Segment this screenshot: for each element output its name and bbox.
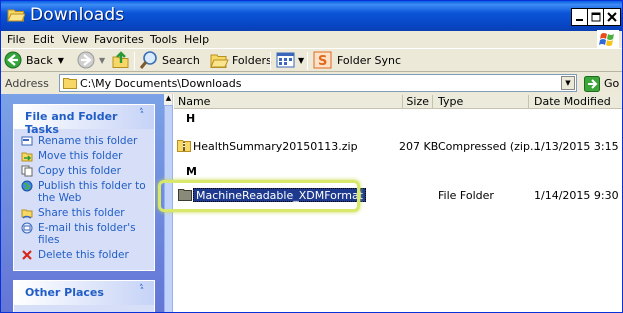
rename-icon xyxy=(21,136,33,146)
other-places-header[interactable]: Other Places ˄ ˄ xyxy=(14,281,154,305)
toolbar-separator xyxy=(270,52,271,70)
task-label: E-mail this folder's files xyxy=(38,222,136,246)
folder-sync-label: Folder Sync xyxy=(337,53,402,67)
go-button[interactable]: Go xyxy=(584,75,619,92)
group-header-m: M xyxy=(186,165,197,178)
task-move-folder[interactable]: Move this folder xyxy=(14,150,154,162)
folder-sync-button[interactable]: S Folder Sync xyxy=(313,50,401,70)
other-places-title: Other Places xyxy=(25,286,104,299)
folder-open-icon xyxy=(7,9,25,22)
file-row[interactable]: HealthSummary20150113.zip 207 KB Compres… xyxy=(174,138,622,154)
toolbar: Back ▼ ▼ Search Folders ▼ S Folder Sync xyxy=(1,50,622,72)
toolbar-separator xyxy=(307,52,308,70)
views-dropdown-icon[interactable]: ▼ xyxy=(298,56,304,65)
menu-edit[interactable]: Edit xyxy=(33,33,54,46)
close-button[interactable] xyxy=(603,8,621,26)
scroll-up-icon[interactable]: ▲ xyxy=(164,94,173,104)
close-icon xyxy=(607,12,617,22)
svg-text:S: S xyxy=(318,54,327,69)
task-publish-folder[interactable]: Publish this folder to the Web xyxy=(14,180,154,204)
collapse-icon[interactable]: ˄ ˄ xyxy=(135,284,149,300)
go-label: Go xyxy=(604,77,620,90)
folders-icon xyxy=(210,54,229,68)
task-delete-folder[interactable]: Delete this folder xyxy=(14,249,154,261)
copy-icon xyxy=(21,165,33,177)
task-label: Move this folder xyxy=(38,150,123,162)
forward-button[interactable]: ▼ xyxy=(76,50,105,70)
share-icon xyxy=(21,209,33,219)
task-rename-folder[interactable]: Rename this folder xyxy=(14,135,154,147)
address-label: Address xyxy=(5,77,49,90)
task-pane-background: File and Folder Tasks ˄ ˄ Rename this fol… xyxy=(1,94,164,312)
search-icon xyxy=(139,51,157,69)
task-label: Share this folder xyxy=(38,207,125,219)
title-bar[interactable]: Downloads xyxy=(1,1,622,31)
file-date-modified: 1/14/2015 9:30 ... xyxy=(534,189,623,202)
task-label: Publish this folder to the Web xyxy=(38,180,146,204)
file-folder-tasks-box: File and Folder Tasks ˄ ˄ Rename this fol… xyxy=(13,104,155,271)
folder-icon xyxy=(63,78,77,89)
back-arrow-icon xyxy=(4,51,22,69)
address-dropdown-button[interactable]: ▼ xyxy=(561,76,575,90)
task-label: Copy this folder xyxy=(38,165,121,177)
explorer-window: Downloads File Edit View Favorites Tools… xyxy=(0,0,623,313)
column-header-name[interactable]: Name xyxy=(178,95,403,109)
task-share-folder[interactable]: Share this folder xyxy=(14,207,154,219)
back-dropdown-icon[interactable]: ▼ xyxy=(58,56,64,65)
toolbar-separator xyxy=(134,52,135,70)
forward-dropdown-icon[interactable]: ▼ xyxy=(99,56,105,65)
folders-label: Folders xyxy=(232,53,272,67)
search-button[interactable]: Search xyxy=(139,50,200,70)
maximize-icon xyxy=(591,12,601,22)
views-button[interactable]: ▼ xyxy=(275,50,304,70)
menu-tools[interactable]: Tools xyxy=(150,33,177,46)
menu-help[interactable]: Help xyxy=(184,33,209,46)
task-copy-folder[interactable]: Copy this folder xyxy=(14,165,154,177)
other-places-box: Other Places ˄ ˄ xyxy=(13,280,155,312)
file-date-modified: 1/13/2015 3:15 ... xyxy=(534,140,623,153)
window-title: Downloads xyxy=(30,5,125,25)
task-label: Rename this folder xyxy=(38,135,138,147)
collapse-icon[interactable]: ˄ ˄ xyxy=(135,108,149,124)
column-header-bar: Name Size Type Date Modified xyxy=(174,94,622,109)
up-folder-button[interactable] xyxy=(111,50,131,70)
back-label: Back xyxy=(26,53,53,67)
file-size: 207 KB xyxy=(399,140,439,153)
column-header-date-modified[interactable]: Date Modified xyxy=(532,95,622,109)
task-pane: File and Folder Tasks ˄ ˄ Rename this fol… xyxy=(1,94,164,312)
minimize-icon xyxy=(576,19,583,21)
search-label: Search xyxy=(162,53,200,67)
task-label: Delete this folder xyxy=(38,249,129,261)
address-input[interactable]: C:\My Documents\Downloads ▼ xyxy=(59,74,577,92)
task-email-files[interactable]: E-mail this folder's files xyxy=(14,222,154,246)
menu-view[interactable]: View xyxy=(62,33,88,46)
email-icon xyxy=(21,222,33,234)
views-icon xyxy=(276,52,295,68)
menu-file[interactable]: File xyxy=(7,33,25,46)
zip-folder-icon xyxy=(177,140,191,152)
address-path: C:\My Documents\Downloads xyxy=(80,77,242,90)
back-button[interactable]: Back ▼ xyxy=(3,50,64,70)
column-header-type[interactable]: Type xyxy=(436,95,529,109)
up-folder-icon xyxy=(112,51,129,68)
menu-bar: File Edit View Favorites Tools Help xyxy=(1,31,622,49)
file-name: HealthSummary20150113.zip xyxy=(193,140,358,153)
address-bar: Address C:\My Documents\Downloads ▼ Go xyxy=(1,73,622,94)
file-type: Compressed (zip... xyxy=(438,140,541,153)
go-arrow-icon xyxy=(584,75,600,92)
callout-highlight xyxy=(158,180,360,212)
file-type: File Folder xyxy=(438,189,494,202)
group-header-h: H xyxy=(186,112,196,125)
folder-sync-icon: S xyxy=(313,51,332,69)
column-header-size[interactable]: Size xyxy=(403,95,433,109)
move-icon xyxy=(21,152,33,162)
windows-logo-icon xyxy=(597,30,619,49)
file-folder-tasks-header[interactable]: File and Folder Tasks ˄ ˄ xyxy=(14,105,154,136)
folders-button[interactable]: Folders xyxy=(209,50,272,70)
forward-arrow-icon xyxy=(77,51,95,69)
publish-web-icon xyxy=(21,180,33,192)
menu-favorites[interactable]: Favorites xyxy=(94,33,144,46)
delete-icon xyxy=(22,250,32,260)
